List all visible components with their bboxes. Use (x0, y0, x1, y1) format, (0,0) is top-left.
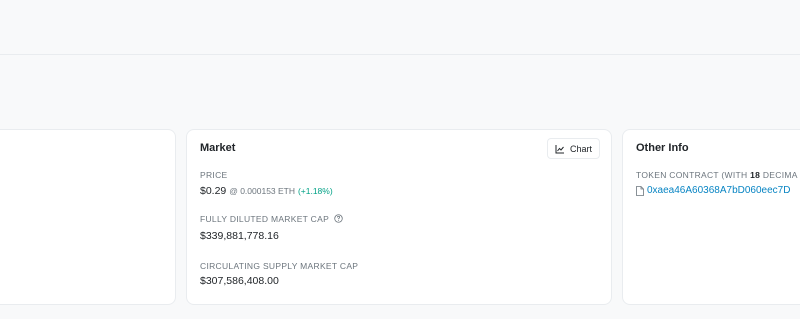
price-value: $0.29 (200, 185, 227, 197)
chart-button-label: Chart (569, 143, 592, 154)
market-card: Market Chart PRICE $0.29 @ 0.000153 ETH … (186, 129, 612, 305)
token-contract-prefix: TOKEN CONTRACT (WITH (636, 170, 751, 180)
question-circle-icon[interactable] (333, 214, 343, 223)
price-label: PRICE (200, 170, 228, 180)
other-info-title: Other Info (636, 142, 689, 154)
token-decimals: 18 (750, 170, 761, 180)
token-contract-suffix: DECIMA (760, 170, 798, 180)
file-icon (636, 185, 644, 196)
price-row: $0.29 @ 0.000153 ETH (+1.18%) (200, 185, 333, 197)
contract-address-link[interactable]: 0xaea46A60368A7bD060eec7D (636, 185, 790, 196)
csmc-label: CIRCULATING SUPPLY MARKET CAP (200, 261, 359, 271)
fdmc-label-row: FULLY DILUTED MARKET CAP (200, 214, 343, 224)
fdmc-label: FULLY DILUTED MARKET CAP (200, 214, 329, 224)
market-card-title: Market (200, 142, 236, 154)
fdmc-value: $339,881,778.16 (200, 230, 279, 242)
contract-address: 0xaea46A60368A7bD060eec7D (647, 185, 791, 196)
overview-card (0, 129, 176, 305)
price-change: (+1.18%) (297, 186, 333, 196)
top-navigation-bar (0, 0, 800, 55)
token-contract-label: TOKEN CONTRACT (WITH 18 DECIMA (636, 170, 798, 180)
chart-button[interactable]: Chart (546, 138, 600, 159)
line-chart-icon (555, 144, 564, 153)
price-eth: @ 0.000153 ETH (229, 186, 296, 196)
other-info-card: Other Info TOKEN CONTRACT (WITH 18 DECIM… (622, 129, 800, 305)
csmc-value: $307,586,408.00 (200, 275, 279, 287)
